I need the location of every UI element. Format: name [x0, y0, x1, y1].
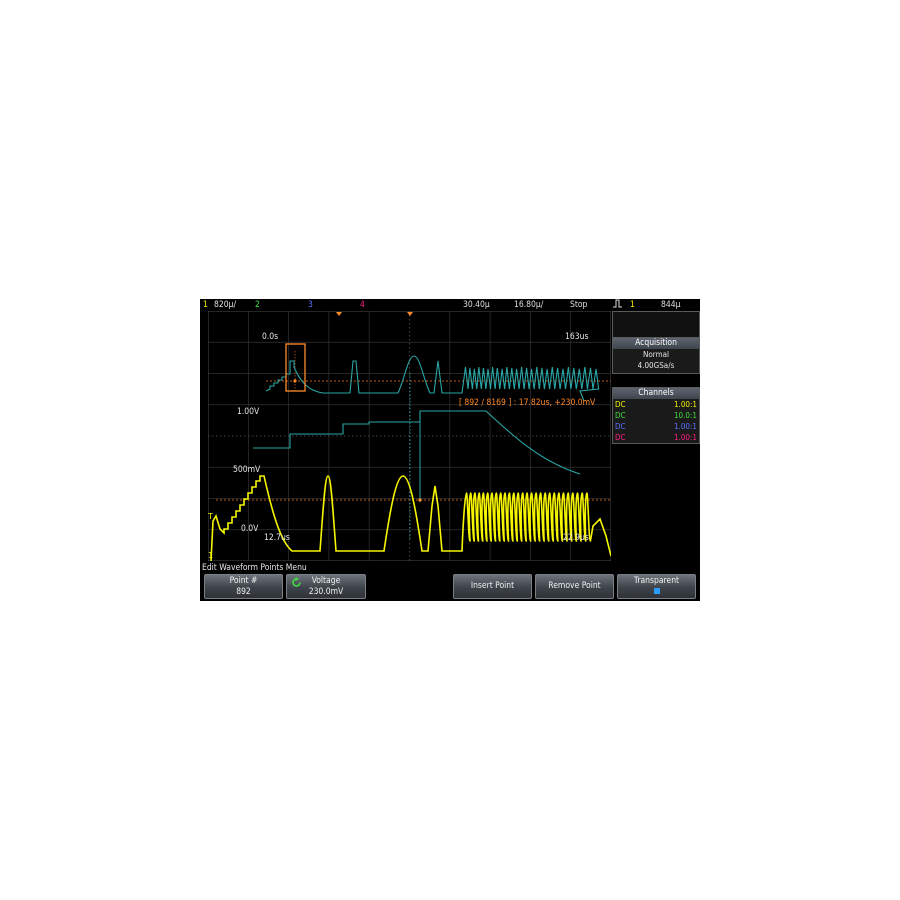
ch1-ground-marker: T: [208, 512, 213, 521]
channel-row: DC 1.00:1: [615, 400, 697, 409]
ch1-indicator[interactable]: 1: [203, 299, 208, 311]
channels-title: Channels: [613, 388, 699, 399]
insert-point-softkey[interactable]: Insert Point: [453, 574, 532, 599]
acquisition-title: Acquisition: [613, 338, 699, 349]
level-500mv-label: 500mV: [233, 465, 261, 475]
point-readout: [ 892 / 8169 ] : 17.82us, +230.0mV: [459, 398, 596, 408]
acquisition-rate: 4.00GSa/s: [637, 361, 675, 370]
edit-point-marker: [418, 498, 422, 502]
voltage-softkey[interactable]: Voltage 230.0mV: [286, 574, 366, 599]
ch2-indicator[interactable]: 2: [255, 299, 260, 311]
selected-point-marker: [293, 379, 297, 383]
lower-end-time: 22.9us: [563, 533, 589, 543]
voltage-value: 230.0mV: [308, 587, 344, 597]
point-number-label: Point #: [229, 576, 258, 586]
side-panel: Acquisition Normal 4.00GSa/s Channels DC…: [612, 311, 700, 561]
ch1-scale: 820µ/: [214, 300, 237, 310]
channel-row: DC 1.00:1: [615, 433, 697, 442]
ch4-indicator[interactable]: 4: [360, 299, 365, 311]
ch1-ref-marker: 1: [208, 551, 213, 560]
upper-end-time: 163us: [565, 332, 589, 342]
acquisition-mode: Normal: [642, 350, 670, 359]
entry-knob-icon: [292, 577, 301, 587]
acquisition-box[interactable]: Acquisition Normal 4.00GSa/s: [612, 337, 700, 374]
upper-start-time: 0.0s: [262, 332, 279, 342]
run-state: Stop: [570, 300, 588, 310]
trigger-level: 844µ: [661, 300, 681, 310]
trigger-source: 1: [630, 300, 635, 310]
ch3-indicator[interactable]: 3: [308, 299, 313, 311]
remove-point-softkey[interactable]: Remove Point: [535, 574, 614, 599]
channel-row: DC 1.00:1: [615, 422, 697, 431]
transparent-softkey[interactable]: Transparent: [617, 574, 696, 599]
channels-box[interactable]: Channels DC 1.00:1 DC 10.0:1 DC 1.00:1 D…: [612, 387, 700, 444]
point-number-softkey[interactable]: Point # 892: [204, 574, 283, 599]
oscilloscope-screen: 1 820µ/ 2 3 4 30.40µ 16.80µ/ Stop 1 844µ: [200, 299, 700, 601]
delay-readout: 30.40µ: [463, 300, 490, 310]
level-1v-label: 1.00V: [237, 407, 260, 417]
rising-edge-icon: [613, 299, 622, 311]
point-number-value: 892: [236, 587, 251, 597]
transparent-label: Transparent: [633, 576, 680, 586]
level-0v-label: 0.0V: [241, 524, 259, 534]
status-bar: 1 820µ/ 2 3 4 30.40µ 16.80µ/ Stop 1 844µ: [200, 299, 700, 311]
checkbox-indicator-icon: [653, 588, 660, 594]
channel-row: DC 10.0:1: [615, 411, 697, 420]
lower-start-time: 12.7us: [264, 533, 290, 543]
waveform-graticule: T 1: [208, 311, 611, 561]
blank-readout-box: [612, 311, 700, 339]
menu-title: Edit Waveform Points Menu: [202, 563, 307, 573]
timebase-readout: 16.80µ/: [514, 300, 544, 310]
